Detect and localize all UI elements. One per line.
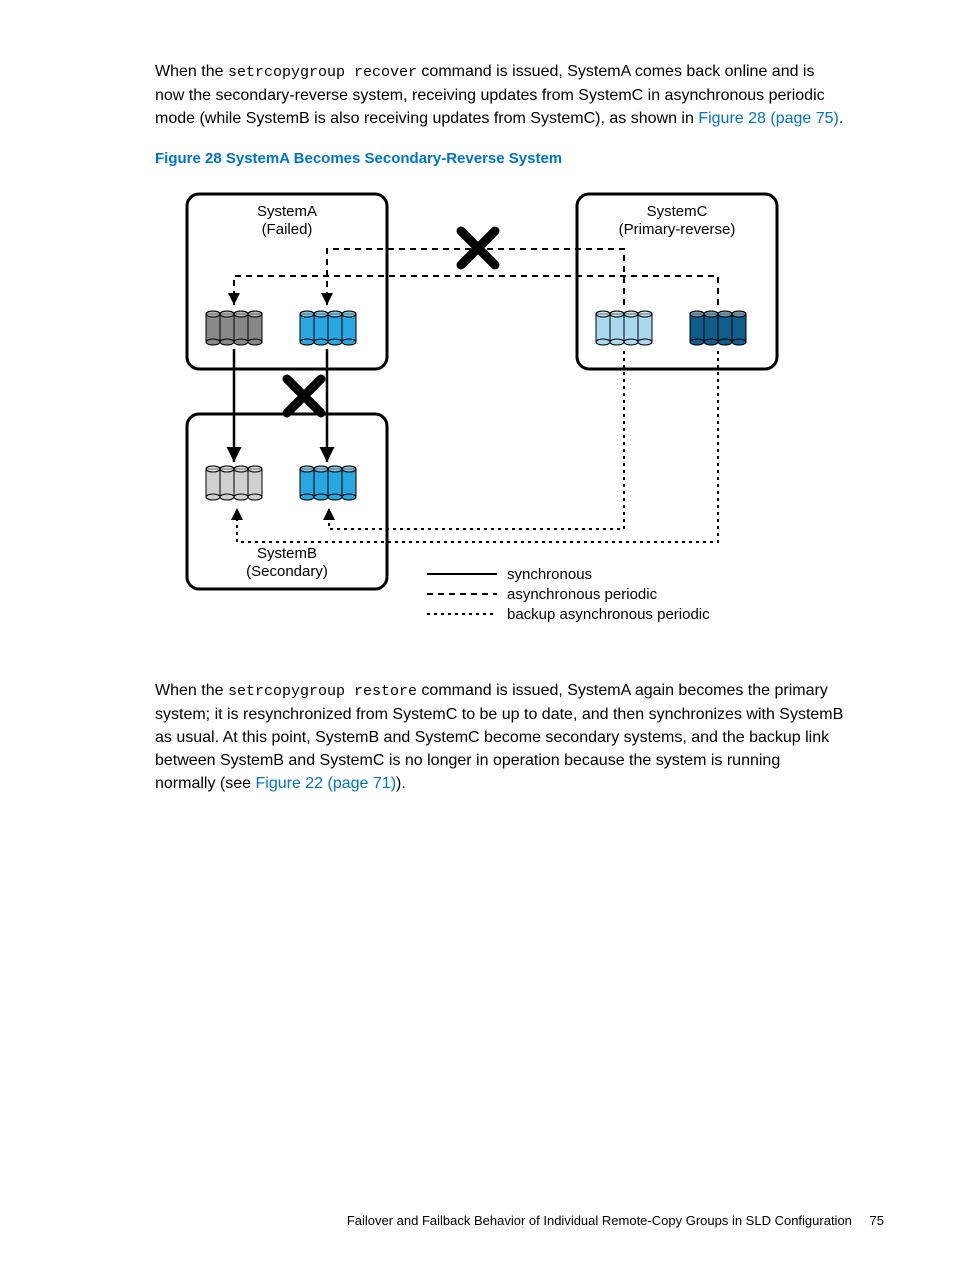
paragraph-2: When the setrcopygroup restore command i… xyxy=(155,679,844,796)
text: . xyxy=(839,110,843,127)
legend-sync: synchronous xyxy=(507,566,592,583)
systemB-cylinders-blue xyxy=(300,466,356,500)
systemA-cylinders-blue xyxy=(300,311,356,345)
text: When the xyxy=(155,63,228,80)
systemB-cylinders-grey xyxy=(206,466,262,500)
page-footer: Failover and Failback Behavior of Indivi… xyxy=(347,1212,884,1231)
paragraph-1: When the setrcopygroup recover command i… xyxy=(155,60,844,130)
text: ). xyxy=(396,775,406,792)
figure-28-diagram: SystemA (Failed) SystemC (Primary-revers… xyxy=(177,184,844,651)
legend: synchronous asynchronous periodic backup… xyxy=(427,566,710,623)
systemC-cylinders-dark xyxy=(690,311,746,345)
code-command: setrcopygroup restore xyxy=(228,683,417,700)
figure-link-28[interactable]: Figure 28 (page 75) xyxy=(698,110,839,127)
footer-text: Failover and Failback Behavior of Indivi… xyxy=(347,1213,852,1228)
page-number: 75 xyxy=(870,1213,884,1228)
systemB-label2: (Secondary) xyxy=(246,563,328,580)
systemC-label2: (Primary-reverse) xyxy=(619,221,736,238)
figure-link-22[interactable]: Figure 22 (page 71) xyxy=(255,775,396,792)
legend-async: asynchronous periodic xyxy=(507,586,658,603)
systemA-cylinders-grey xyxy=(206,311,262,345)
systemB-label1: SystemB xyxy=(257,545,317,562)
text: When the xyxy=(155,682,228,699)
x-mark-side xyxy=(287,379,321,413)
systemC-label1: SystemC xyxy=(647,203,708,220)
legend-backup: backup asynchronous periodic xyxy=(507,606,710,623)
systemC-cylinders-light xyxy=(596,311,652,345)
systemA-label2: (Failed) xyxy=(262,221,313,238)
code-command: setrcopygroup recover xyxy=(228,64,417,81)
figure-caption: Figure 28 SystemA Becomes Secondary-Reve… xyxy=(155,148,844,170)
systemA-label1: SystemA xyxy=(257,203,317,220)
